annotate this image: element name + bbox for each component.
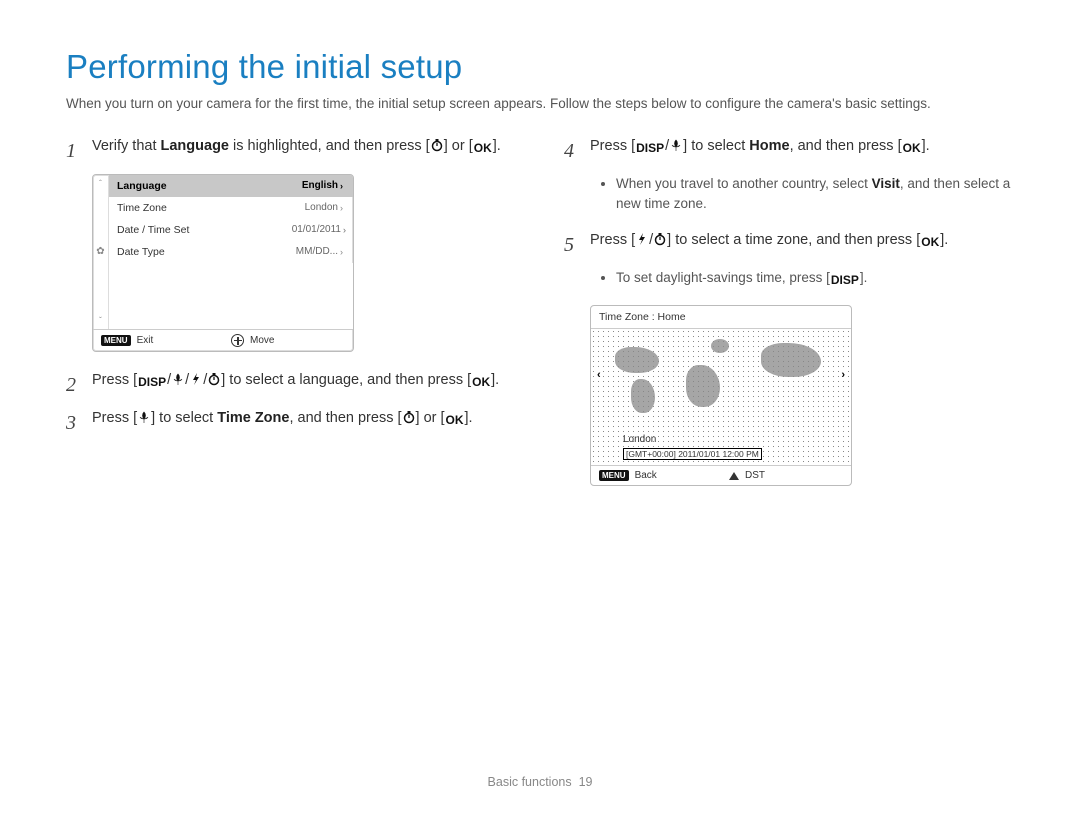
timezone-screen-title: Time Zone : Home (591, 306, 851, 329)
text: Press [ (92, 372, 137, 388)
ok-icon: OK (471, 373, 491, 391)
text: ] to select a time zone, and then press … (667, 232, 920, 248)
step-number: 2 (66, 370, 80, 400)
step-3: 3 Press [ ] to select Time Zone, and then… (66, 408, 516, 438)
chevron-up-icon: ˆ (99, 179, 102, 188)
footer-dst: DST (745, 470, 765, 481)
flash-icon (635, 232, 649, 246)
settings-row-language: Language English› (109, 175, 353, 197)
text: ]. (465, 410, 473, 426)
timer-icon (653, 232, 667, 246)
row-label: Date Type (117, 246, 165, 258)
text: ]. (940, 232, 948, 248)
text: ] to select a language, and then press [ (221, 372, 471, 388)
text: To set daylight-savings time, press [ (616, 270, 830, 285)
scroll-bar: ˆ ✿ ˇ (93, 175, 109, 329)
world-map: ‹ › London [GMT+00:00] 2011/01/01 12:00 … (591, 329, 851, 465)
text: ]. (491, 372, 499, 388)
settings-row-datetime: Date / Time Set 01/01/2011›› (109, 219, 353, 241)
step-5-note: To set daylight-savings time, press [DIS… (616, 268, 1014, 289)
text: Verify that (92, 138, 161, 154)
row-label: Language (117, 180, 167, 192)
footer-section: Basic functions (488, 775, 572, 789)
text: Press [ (590, 138, 635, 154)
intro-text: When you turn on your camera for the fir… (66, 94, 1014, 114)
row-value: English (302, 180, 338, 191)
text-bold: Time Zone (217, 410, 289, 426)
menu-icon: MENU (101, 335, 131, 346)
disp-icon: DISP (635, 139, 665, 157)
chevron-right-icon: › (340, 181, 343, 191)
left-column: 1 Verify that Language is highlighted, a… (66, 136, 516, 487)
text: ] or [ (444, 138, 473, 154)
disp-icon: DISP (830, 271, 860, 289)
timezone-screen: Time Zone : Home ‹ › London [GMT+00:00] … (590, 305, 852, 486)
ok-icon: OK (473, 139, 493, 157)
right-column: 4 Press [DISP/] to select Home, and then… (564, 136, 1014, 487)
page-title: Performing the initial setup (66, 48, 1014, 86)
macro-icon (171, 372, 185, 386)
settings-row-datetype: Date Type MM/DD...› (109, 241, 353, 263)
step-5: 5 Press [/] to select a time zone, and t… (564, 230, 1014, 260)
row-value: London (305, 202, 338, 213)
timer-icon (207, 372, 221, 386)
footer-page-number: 19 (579, 775, 593, 789)
chevron-right-icon: › (340, 247, 343, 257)
footer-back: Back (635, 470, 657, 481)
text: ] or [ (416, 410, 445, 426)
row-value: MM/DD... (296, 246, 338, 257)
step-4-note: When you travel to another country, sele… (616, 174, 1014, 215)
timer-icon (402, 410, 416, 424)
text: ]. (860, 270, 868, 285)
footer-move: Move (250, 335, 274, 346)
text: When you travel to another country, sele… (616, 176, 872, 191)
row-label: Date / Time Set (117, 224, 189, 236)
settings-screen: ˆ ✿ ˇ Language English› Time Zone London… (92, 174, 354, 352)
chevron-down-icon: ˇ (99, 316, 102, 325)
step-number: 4 (564, 136, 578, 166)
gear-icon: ✿ (96, 246, 104, 257)
step-number: 1 (66, 136, 80, 166)
step-1: 1 Verify that Language is highlighted, a… (66, 136, 516, 166)
triangle-up-icon (729, 472, 739, 480)
step-number: 5 (564, 230, 578, 260)
text: , and then press [ (790, 138, 902, 154)
dpad-icon (231, 334, 244, 347)
text: Press [ (92, 410, 137, 426)
ok-icon: OK (920, 233, 940, 251)
text: ]. (493, 138, 501, 154)
row-label: Time Zone (117, 202, 167, 214)
text: , and then press [ (289, 410, 401, 426)
timezone-city: London (623, 434, 762, 446)
macro-icon (669, 138, 683, 152)
step-number: 3 (66, 408, 80, 438)
text-bold: Language (161, 138, 229, 154)
flash-icon (189, 372, 203, 386)
macro-icon (137, 410, 151, 424)
ok-icon: OK (902, 139, 922, 157)
settings-row-timezone: Time Zone London› (109, 197, 353, 219)
text: Press [ (590, 232, 635, 248)
arrow-right-icon: › (839, 369, 847, 381)
text: ] to select (683, 138, 749, 154)
step-2: 2 Press [DISP///] to select a language, … (66, 370, 516, 400)
page-footer: Basic functions 19 (0, 775, 1080, 789)
chevron-right-icon: › (340, 203, 343, 213)
text: ]. (922, 138, 930, 154)
row-value: 01/01/2011 (292, 224, 341, 235)
text-bold: Visit (872, 176, 900, 191)
footer-exit: Exit (137, 335, 154, 346)
ok-icon: OK (445, 411, 465, 429)
text-bold: Home (749, 138, 789, 154)
text: is highlighted, and then press [ (229, 138, 430, 154)
timer-icon (430, 138, 444, 152)
step-4: 4 Press [DISP/] to select Home, and then… (564, 136, 1014, 166)
text: ] to select (151, 410, 217, 426)
timezone-gmt: [GMT+00:00] 2011/01/01 12:00 PM (623, 448, 762, 460)
menu-icon: MENU (599, 470, 629, 481)
arrow-left-icon: ‹ (595, 369, 603, 381)
disp-icon: DISP (137, 373, 167, 391)
